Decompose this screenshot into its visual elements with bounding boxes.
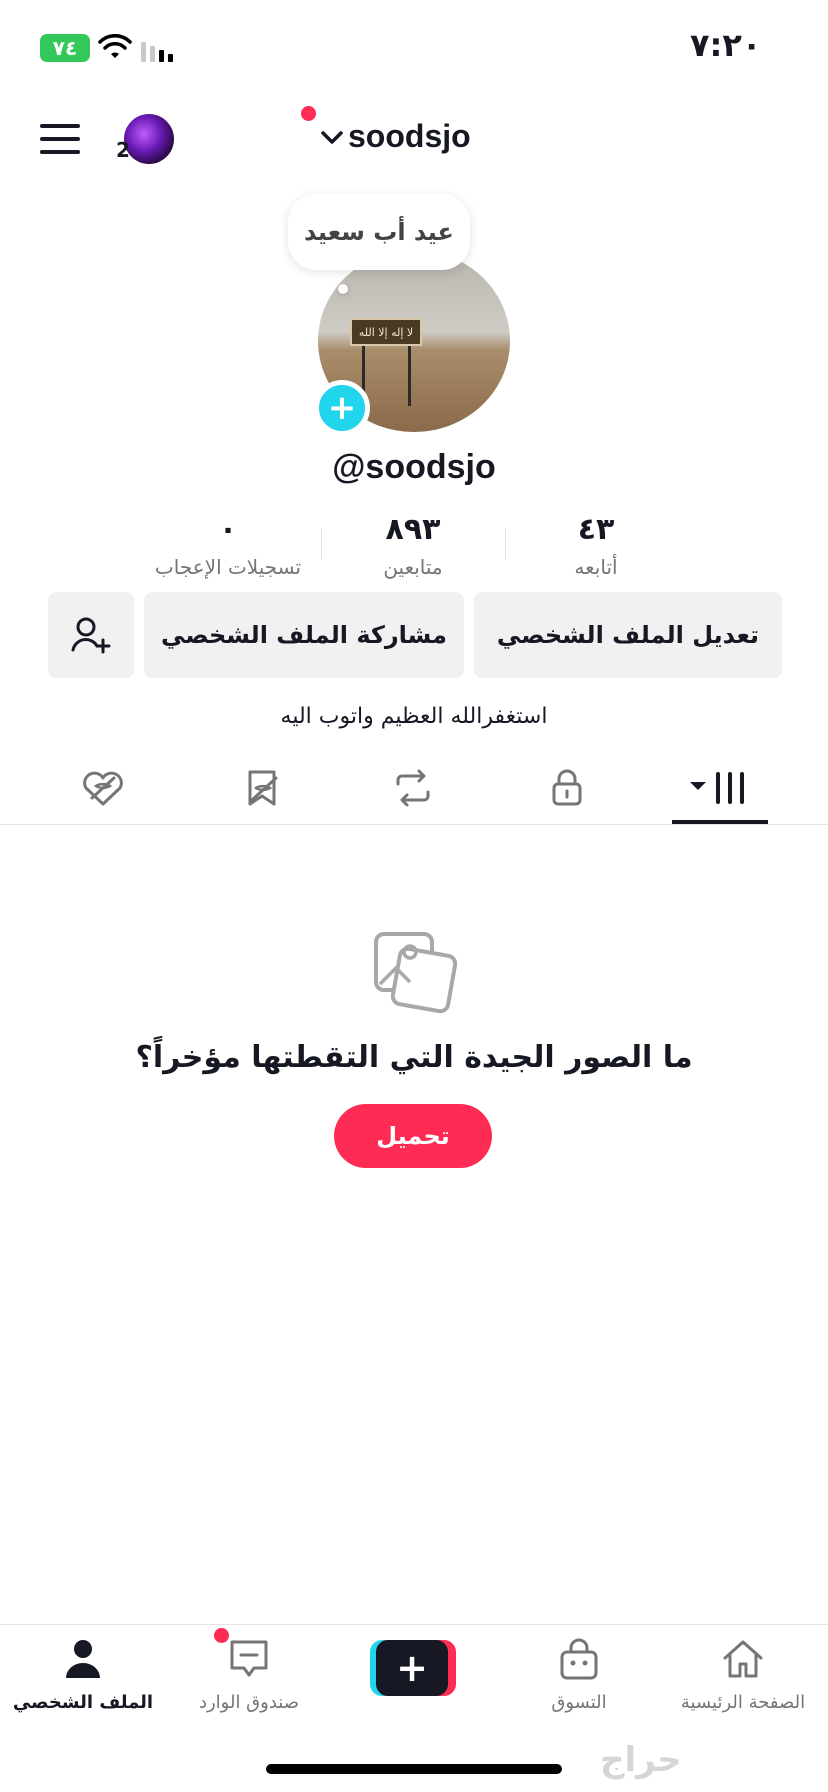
account-switcher-username[interactable]: soodsjo	[348, 118, 471, 155]
lock-icon[interactable]	[542, 766, 592, 810]
stat-followers[interactable]: ٨٩٣ متابعين	[323, 512, 503, 579]
sign-pole	[408, 346, 411, 406]
nav-inbox-label: صندوق الوارد	[198, 1692, 300, 1713]
repost-icon[interactable]	[388, 766, 438, 810]
account-notification-count: 2	[116, 138, 130, 162]
stat-followers-value: ٨٩٣	[385, 512, 441, 547]
stat-likes-value: ٠	[218, 512, 238, 547]
signal-icon	[141, 42, 173, 62]
add-user-icon	[71, 617, 111, 654]
edit-profile-button[interactable]: تعديل الملف الشخصي	[474, 592, 782, 678]
stat-following[interactable]: ٤٣ أتابعه	[506, 512, 686, 579]
stat-divider	[505, 528, 506, 560]
tabs-divider	[0, 824, 828, 825]
header-notification-dot	[301, 106, 316, 121]
nav-home-label: الصفحة الرئيسية	[680, 1692, 806, 1713]
profile-bio: استغفرالله العظيم واتوب اليه	[280, 704, 548, 729]
stat-following-label: أتابعه	[574, 555, 618, 579]
stat-divider	[321, 528, 322, 560]
nav-home[interactable]: الصفحة الرئيسية	[660, 1636, 826, 1713]
add-friends-button[interactable]	[48, 592, 134, 678]
home-indicator[interactable]	[266, 1764, 562, 1774]
profile-note-bubble[interactable]: عيد أب سعيد	[288, 194, 470, 270]
videos-grid-icon[interactable]	[688, 766, 750, 810]
liked-icon[interactable]	[78, 766, 128, 810]
upload-button[interactable]: تحميل	[334, 1104, 492, 1168]
nav-shop[interactable]: التسوق	[496, 1636, 662, 1713]
profile-handle: @soodsjo	[332, 448, 496, 486]
inbox-notification-dot	[214, 1628, 229, 1643]
inbox-icon	[230, 1640, 268, 1677]
profile-icon	[66, 1640, 100, 1678]
share-profile-button[interactable]: مشاركة الملف الشخصي	[144, 592, 464, 678]
wifi-icon	[98, 34, 132, 58]
account-avatar[interactable]	[124, 114, 174, 164]
photo-placeholder-icon	[374, 932, 458, 1014]
menu-icon[interactable]	[40, 124, 80, 154]
stat-likes[interactable]: ٠ تسجيلات الإعجاب	[138, 512, 318, 579]
bubble-tail-dot	[338, 284, 348, 294]
stat-likes-label: تسجيلات الإعجاب	[154, 555, 302, 579]
nav-inbox[interactable]: صندوق الوارد	[166, 1636, 332, 1713]
nav-shop-label: التسوق	[551, 1692, 607, 1713]
add-photo-button[interactable]: +	[314, 380, 370, 436]
create-button[interactable]: +	[370, 1640, 456, 1696]
plus-icon: +	[376, 1640, 448, 1696]
nav-profile[interactable]: الملف الشخصي	[0, 1636, 166, 1713]
battery-indicator: ٧٤	[40, 34, 90, 62]
stat-following-value: ٤٣	[577, 512, 615, 547]
shopping-bag-icon	[560, 1638, 598, 1680]
nav-divider	[0, 1624, 828, 1625]
stat-followers-label: متابعين	[383, 555, 443, 579]
favorites-icon[interactable]	[238, 766, 288, 810]
empty-state-prompt: ما الصور الجيدة التي التقطتها مؤخراً؟	[135, 1040, 693, 1075]
photo-sign: لا إله إلا الله	[350, 318, 422, 346]
battery-level: ٧٤	[52, 36, 78, 60]
status-time: ٧:٢٠	[690, 26, 762, 64]
watermark: حراج	[600, 1740, 682, 1780]
nav-profile-label: الملف الشخصي	[12, 1692, 154, 1713]
chevron-down-icon[interactable]	[320, 130, 344, 146]
home-icon	[723, 1640, 763, 1678]
